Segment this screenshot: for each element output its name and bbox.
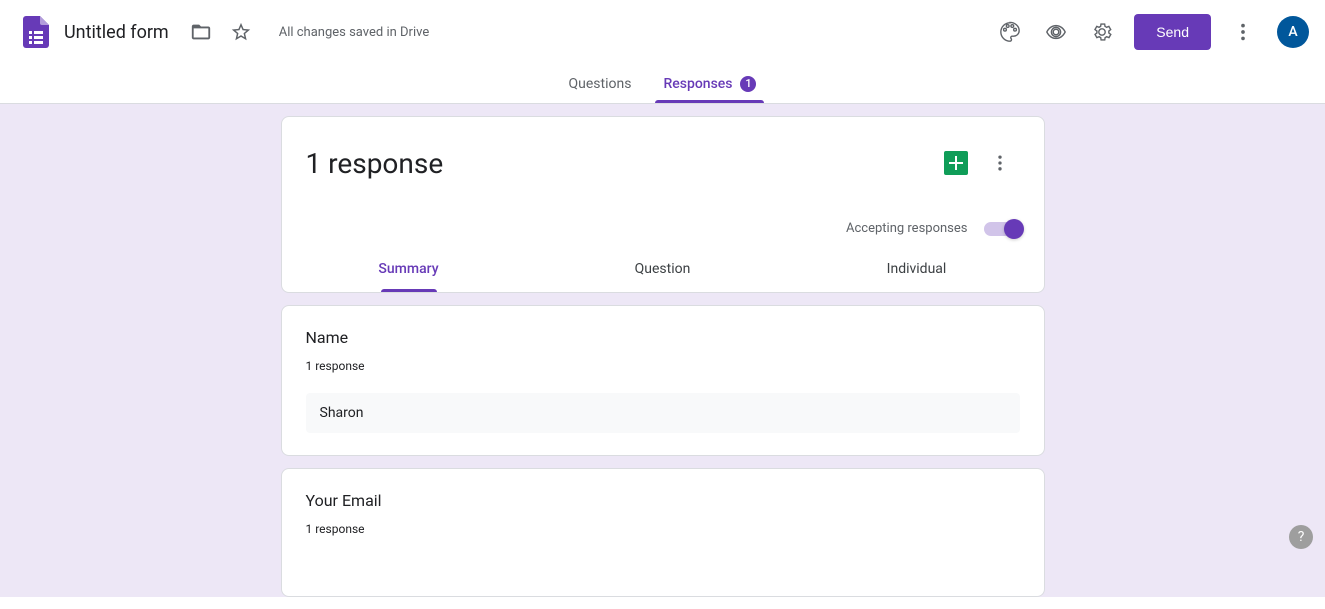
tab-questions[interactable]: Questions <box>567 64 634 103</box>
form-title[interactable]: Untitled form <box>64 22 169 43</box>
account-avatar[interactable]: A <box>1277 16 1309 48</box>
preview-eye-icon[interactable] <box>1036 12 1076 52</box>
theme-palette-icon[interactable] <box>990 12 1030 52</box>
responses-card: 1 response Accepting responses Summary Q… <box>281 116 1045 293</box>
help-icon[interactable]: ? <box>1289 525 1313 549</box>
responses-count-badge: 1 <box>740 76 756 92</box>
settings-gear-icon[interactable] <box>1082 12 1122 52</box>
accepting-label: Accepting responses <box>846 221 968 236</box>
question-title: Name <box>306 328 1020 347</box>
question-summary-card: Your Email 1 response <box>281 468 1045 597</box>
sheets-link-icon[interactable] <box>944 151 968 175</box>
tab-responses-label: Responses <box>663 76 732 92</box>
main-tabs: Questions Responses 1 <box>0 64 1325 104</box>
save-status: All changes saved in Drive <box>279 25 430 40</box>
response-subtabs: Summary Question Individual <box>282 246 1044 292</box>
question-count: 1 response <box>306 522 1020 536</box>
more-vert-icon[interactable] <box>1223 12 1263 52</box>
move-folder-icon[interactable] <box>181 12 221 52</box>
app-header: Untitled form All changes saved in Drive… <box>0 0 1325 64</box>
responses-title: 1 response <box>306 147 944 180</box>
content-area: 1 response Accepting responses Summary Q… <box>0 104 1325 597</box>
subtab-individual[interactable]: Individual <box>790 246 1044 292</box>
responses-more-icon[interactable] <box>980 143 1020 183</box>
star-icon[interactable] <box>221 12 261 52</box>
subtab-question[interactable]: Question <box>536 246 790 292</box>
subtab-summary[interactable]: Summary <box>282 246 536 292</box>
question-title: Your Email <box>306 491 1020 510</box>
answer-row: Sharon <box>306 393 1020 433</box>
question-count: 1 response <box>306 359 1020 373</box>
forms-logo-icon[interactable] <box>16 12 56 52</box>
tab-responses[interactable]: Responses 1 <box>661 64 758 103</box>
accepting-toggle[interactable] <box>984 222 1020 236</box>
send-button[interactable]: Send <box>1134 14 1211 50</box>
question-summary-card: Name 1 response Sharon <box>281 305 1045 456</box>
